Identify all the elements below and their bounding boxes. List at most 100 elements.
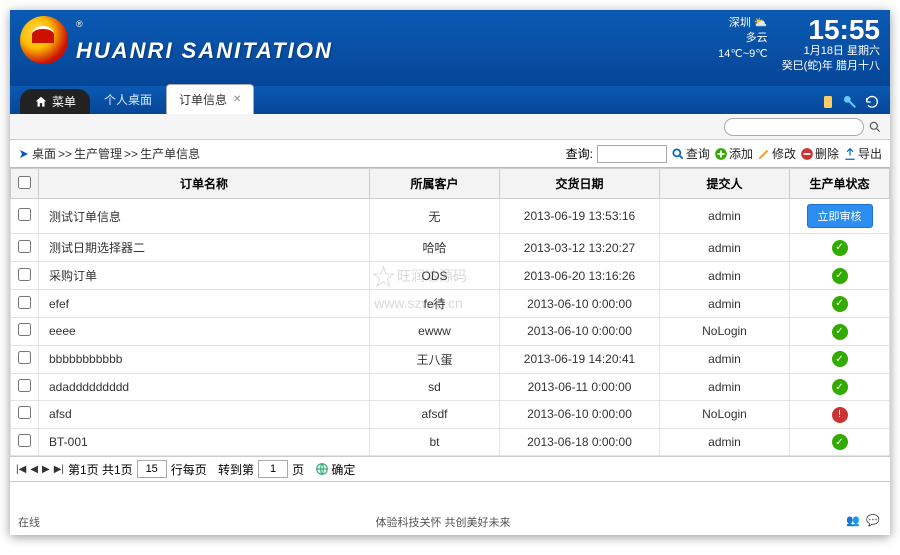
menu-button[interactable]: 菜单 — [20, 89, 90, 114]
last-page[interactable]: ▶| — [54, 464, 64, 475]
per-page-label: 行每页 — [171, 461, 207, 478]
status-error-icon: ! — [832, 407, 848, 423]
brand: ® HUANRI SANITATION — [20, 16, 333, 86]
table-row[interactable]: bbbbbbbbbbb王八蛋2013-06-19 14:20:41admin✓ — [11, 345, 890, 373]
cell-customer: bt — [370, 428, 500, 456]
cell-name: 采购订单 — [39, 262, 370, 290]
cell-name: afsd — [39, 401, 370, 429]
chat-icon[interactable]: 💬 — [866, 514, 882, 530]
cell-submitter: admin — [660, 262, 790, 290]
lunar-date: 癸巳(蛇)年 腊月十八 — [782, 59, 880, 74]
col-submitter: 提交人 — [660, 169, 790, 199]
search-icon — [671, 147, 685, 161]
table-row[interactable]: afsdafsdf2013-06-10 0:00:00NoLogin! — [11, 401, 890, 429]
query-button[interactable]: 查询 — [671, 145, 710, 162]
row-checkbox[interactable] — [18, 240, 31, 253]
clipboard-icon[interactable] — [820, 94, 836, 110]
table-row[interactable]: 测试订单信息无2013-06-19 13:53:16admin立即审核 — [11, 199, 890, 234]
pagination: |◀ ◀ ▶ ▶| 第1页 共1页 行每页 转到第 页 确定 — [10, 456, 890, 482]
next-page[interactable]: ▶ — [42, 464, 50, 475]
global-search-input[interactable] — [724, 118, 864, 136]
col-status: 生产单状态 — [790, 169, 890, 199]
query-input[interactable] — [597, 145, 667, 163]
table-row[interactable]: efeffe待2013-06-10 0:00:00admin✓ — [11, 290, 890, 318]
globe-icon — [315, 462, 329, 476]
query-label: 查询: — [566, 145, 593, 162]
select-all-checkbox[interactable] — [18, 176, 31, 189]
cell-submitter: admin — [660, 373, 790, 401]
app-header: ® HUANRI SANITATION 深圳 ⛅ 多云 14℃~9℃ 15:55… — [10, 10, 890, 86]
row-checkbox[interactable] — [18, 296, 31, 309]
export-button[interactable]: 导出 — [843, 145, 882, 162]
status-ok-icon: ✓ — [832, 324, 848, 340]
tab-label: 订单信息 — [179, 91, 227, 108]
table-row[interactable]: BT-001bt2013-06-18 0:00:00admin✓ — [11, 428, 890, 456]
refresh-icon[interactable] — [864, 94, 880, 110]
status-ok-icon: ✓ — [832, 434, 848, 450]
col-customer: 所属客户 — [370, 169, 500, 199]
cell-submitter: admin — [660, 345, 790, 373]
minus-icon — [800, 147, 814, 161]
cell-submitter: NoLogin — [660, 318, 790, 346]
audit-button[interactable]: 立即审核 — [807, 204, 873, 228]
slogan: 体验科技关怀 共创美好未来 — [375, 514, 510, 530]
crumb-desktop[interactable]: 桌面 — [32, 145, 56, 162]
weather-desc: 多云 — [718, 31, 767, 46]
breadcrumb-bar: 桌面 >> 生产管理 >> 生产单信息 查询: 查询 添加 修改 删除 导出 — [10, 140, 890, 168]
row-checkbox[interactable] — [18, 406, 31, 419]
status-ok-icon: ✓ — [832, 296, 848, 312]
row-checkbox[interactable] — [18, 323, 31, 336]
row-checkbox[interactable] — [18, 208, 31, 221]
delete-button[interactable]: 删除 — [800, 145, 839, 162]
first-page[interactable]: |◀ — [16, 464, 26, 475]
cell-date: 2013-06-20 13:16:26 — [500, 262, 660, 290]
col-name: 订单名称 — [39, 169, 370, 199]
key-icon[interactable] — [842, 94, 858, 110]
system-tray — [820, 94, 880, 114]
reg-mark: ® — [76, 19, 83, 29]
goto-confirm-button[interactable]: 确定 — [315, 461, 355, 478]
cell-date: 2013-06-19 13:53:16 — [500, 199, 660, 234]
crumb-orderinfo[interactable]: 生产单信息 — [140, 145, 200, 162]
cell-status: ! — [790, 401, 890, 429]
cell-status: ✓ — [790, 262, 890, 290]
cell-name: 测试日期选择器二 — [39, 234, 370, 262]
orders-table: 订单名称 所属客户 交货日期 提交人 生产单状态 测试订单信息无2013-06-… — [10, 168, 890, 456]
tab-personal-desktop[interactable]: 个人桌面 — [92, 85, 164, 114]
cell-name: eeee — [39, 318, 370, 346]
crumb-production[interactable]: 生产管理 — [74, 145, 122, 162]
table-row[interactable]: 测试日期选择器二哈哈2013-03-12 13:20:27admin✓ — [11, 234, 890, 262]
search-icon[interactable] — [868, 120, 882, 134]
row-checkbox[interactable] — [18, 268, 31, 281]
edit-button[interactable]: 修改 — [757, 145, 796, 162]
status-bar: 在线 体验科技关怀 共创美好未来 👥 💬 — [10, 511, 890, 533]
cell-status: ✓ — [790, 318, 890, 346]
cell-submitter: admin — [660, 290, 790, 318]
row-checkbox[interactable] — [18, 351, 31, 364]
row-checkbox[interactable] — [18, 379, 31, 392]
tab-order-info[interactable]: 订单信息 ✕ — [166, 84, 254, 114]
cell-date: 2013-03-12 13:20:27 — [500, 234, 660, 262]
brand-name: HUANRI SANITATION — [76, 38, 333, 64]
row-checkbox[interactable] — [18, 434, 31, 447]
temperature: 14℃~9℃ — [718, 47, 767, 62]
add-button[interactable]: 添加 — [714, 145, 753, 162]
clock: 15:55 — [782, 16, 880, 44]
goto-label: 转到第 — [218, 461, 254, 478]
goto-page-input[interactable] — [258, 460, 288, 478]
table-row[interactable]: eeeeewww2013-06-10 0:00:00NoLogin✓ — [11, 318, 890, 346]
table-row[interactable]: adadddddddddsd2013-06-11 0:00:00admin✓ — [11, 373, 890, 401]
export-icon — [843, 147, 857, 161]
close-icon[interactable]: ✕ — [233, 94, 241, 105]
people-icon[interactable]: 👥 — [846, 514, 862, 530]
cell-date: 2013-06-10 0:00:00 — [500, 290, 660, 318]
date-label: 1月18日 星期六 — [782, 44, 880, 59]
cell-customer: fe待 — [370, 290, 500, 318]
status-ok-icon: ✓ — [832, 240, 848, 256]
weather-icon: ⛅ — [754, 17, 768, 29]
city-label: 深圳 — [729, 17, 751, 29]
cell-status: 立即审核 — [790, 199, 890, 234]
table-row[interactable]: 采购订单ODS2013-06-20 13:16:26admin✓ — [11, 262, 890, 290]
page-size-input[interactable] — [137, 460, 167, 478]
prev-page[interactable]: ◀ — [30, 464, 38, 475]
